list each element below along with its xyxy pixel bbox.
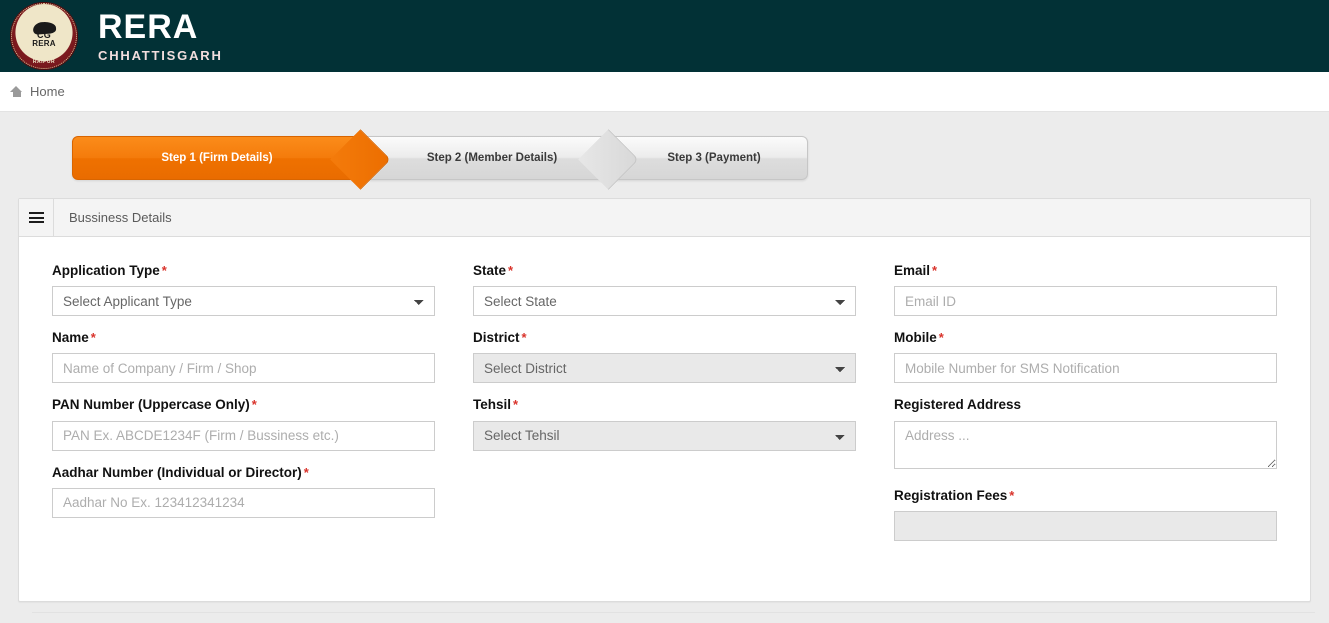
required-marker: * (513, 397, 519, 413)
required-marker: * (938, 330, 944, 346)
label-text: Application Type (52, 263, 160, 278)
label-email: Email * (894, 263, 1277, 279)
panel-header: Bussiness Details (19, 199, 1310, 237)
input-mobile[interactable] (894, 353, 1277, 384)
label-text: Mobile (894, 330, 937, 346)
label-aadhar-number: Aadhar Number (Individual or Director) * (52, 465, 435, 481)
select-tehsil[interactable]: Select Tehsil (473, 420, 856, 451)
field-district: District * Select District (473, 330, 856, 384)
hamburger-menu-icon (28, 212, 44, 223)
brand-subtitle: CHHATTISGARH (98, 48, 223, 63)
label-application-type: Application Type * (52, 263, 435, 279)
wizard-container: Step 1 (Firm Details) Step 2 (Member Det… (0, 112, 1329, 180)
field-registered-address: Registered Address (894, 397, 1277, 473)
required-marker: * (303, 464, 309, 480)
select-application-type[interactable]: Select Applicant Type (52, 286, 435, 317)
required-marker: * (251, 397, 257, 413)
label-text: State (473, 263, 507, 278)
step-wizard: Step 1 (Firm Details) Step 2 (Member Det… (72, 136, 808, 180)
brand-block: RERA CHHATTISGARH (98, 10, 223, 62)
field-name: Name * (52, 330, 435, 384)
select-district[interactable]: Select District (473, 353, 856, 384)
textarea-registered-address[interactable] (894, 420, 1277, 469)
label-name: Name * (52, 330, 435, 346)
label-text: Registration Fees (894, 487, 1008, 503)
input-name[interactable] (52, 353, 435, 384)
field-mobile: Mobile * (894, 330, 1277, 384)
business-details-panel: Bussiness Details Application Type * Sele… (18, 198, 1311, 602)
required-marker: * (1009, 487, 1015, 503)
field-tehsil: Tehsil * Select Tehsil (473, 397, 856, 451)
panel-menu-button[interactable] (19, 199, 54, 236)
label-text: PAN Number (Uppercase Only) (52, 397, 250, 413)
breadcrumb-item-home[interactable]: Home (30, 84, 65, 99)
wizard-step-1-label: Step 1 (Firm Details) (161, 152, 273, 164)
select-state[interactable]: Select State (473, 286, 856, 317)
seal-inner: CG RERA (24, 16, 64, 56)
label-text: Email (894, 263, 931, 278)
label-text: District (473, 330, 520, 346)
field-aadhar-number: Aadhar Number (Individual or Director) * (52, 465, 435, 518)
required-marker: * (90, 330, 96, 346)
seal-rera-text: RERA (32, 38, 56, 48)
required-marker: * (932, 263, 938, 278)
field-state: State * Select State (473, 263, 856, 317)
label-state: State * (473, 263, 856, 279)
form-divider (32, 612, 1315, 613)
bull-silhouette-icon (32, 21, 57, 35)
input-pan-number[interactable] (52, 420, 435, 451)
panel-title: Bussiness Details (69, 210, 172, 225)
required-marker: * (508, 263, 514, 278)
seal-city-text: RAIPUR (32, 59, 56, 65)
label-registered-address: Registered Address (894, 397, 1277, 413)
field-email: Email * (894, 263, 1277, 317)
label-text: Registered Address (894, 397, 1022, 413)
label-registration-fees: Registration Fees * (894, 488, 1277, 504)
wizard-step-3-label: Step 3 (Payment) (667, 152, 761, 164)
label-mobile: Mobile * (894, 330, 1277, 346)
form-body: Application Type * Select Applicant Type … (19, 237, 1310, 555)
form-column-2: State * Select State District * Select Dis… (454, 263, 875, 555)
site-header: CG RERA RAIPUR RERA CHHATTISGARH (0, 0, 1329, 72)
form-column-3: Email* Mobile* Registered Address Regist… (875, 263, 1296, 555)
wizard-step-1[interactable]: Step 1 (Firm Details) (72, 136, 362, 180)
field-application-type: Application Type * Select Applicant Type (52, 263, 435, 317)
wizard-step-2[interactable]: Step 2 (Member Details) (352, 136, 610, 180)
label-text: Name (52, 330, 89, 346)
required-marker: * (161, 263, 167, 278)
label-district: District * (473, 330, 856, 346)
input-registration-fees[interactable] (894, 510, 1277, 541)
field-registration-fees: Registration Fees * (894, 488, 1277, 541)
label-pan-number: PAN Number (Uppercase Only) * (52, 397, 435, 413)
form-column-1: Application Type * Select Applicant Type … (33, 263, 454, 555)
breadcrumb: Home (0, 72, 1329, 112)
label-text: Aadhar Number (Individual or Director) (52, 464, 302, 480)
wizard-step-2-label: Step 2 (Member Details) (426, 152, 558, 164)
home-icon (10, 86, 23, 97)
cg-rera-seal-icon: CG RERA RAIPUR (10, 2, 78, 70)
required-marker: * (521, 330, 527, 346)
input-aadhar-number[interactable] (52, 487, 435, 518)
input-email[interactable] (894, 286, 1277, 317)
field-pan-number: PAN Number (Uppercase Only) * (52, 397, 435, 451)
brand-title: RERA (98, 8, 199, 46)
label-tehsil: Tehsil * (473, 397, 856, 413)
label-text: Tehsil (473, 397, 512, 413)
